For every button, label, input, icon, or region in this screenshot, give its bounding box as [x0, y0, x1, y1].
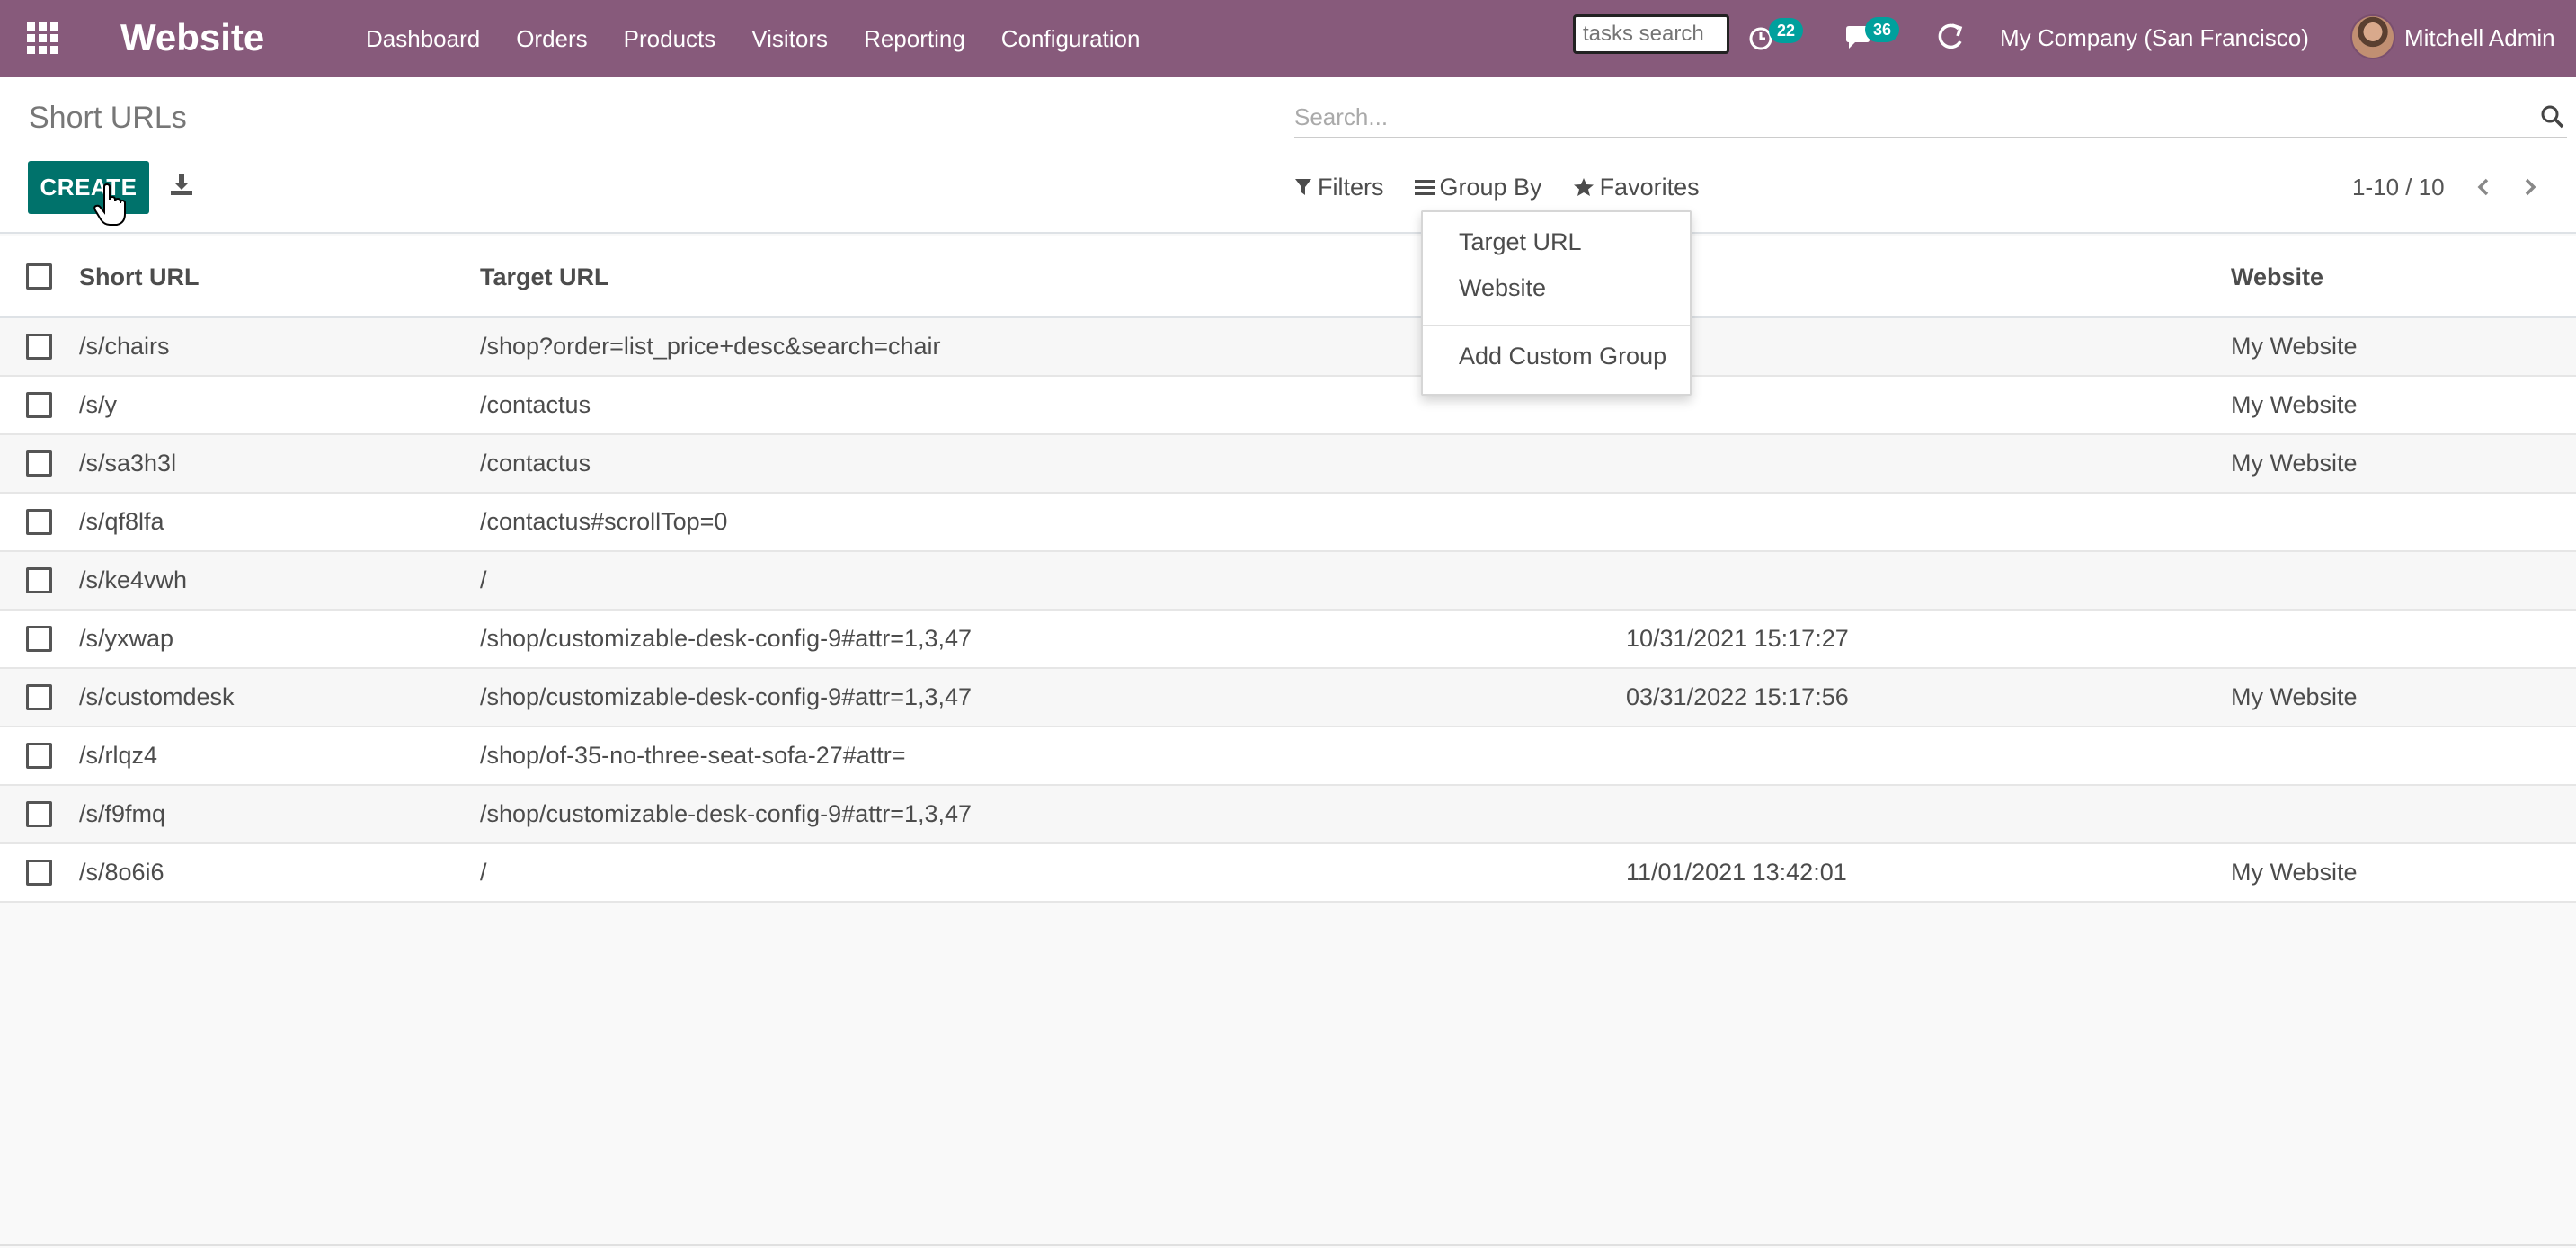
table-row[interactable]: /s/ke4vwh /	[0, 552, 2576, 611]
pager-value[interactable]: 1-10 / 10	[2352, 171, 2445, 203]
menu-visitors[interactable]: Visitors	[733, 0, 846, 77]
table-row[interactable]: /s/yxwap/shop/customizable-desk-config-9…	[0, 611, 2576, 669]
column-target-url[interactable]: Target URL	[480, 236, 609, 318]
pager-previous-icon[interactable]	[2470, 171, 2500, 203]
table-row[interactable]: /s/y/contactus My Website	[0, 377, 2576, 435]
cell-target-url: /	[480, 859, 487, 886]
groupby-label: Group By	[1439, 173, 1542, 201]
cell-target-url: /contactus	[480, 450, 591, 477]
cell-short-url: /s/yxwap	[79, 625, 174, 652]
column-website[interactable]: Website	[2231, 236, 2323, 318]
table-row[interactable]: /s/qf8lfa/contactus#scrollTop=0	[0, 494, 2576, 552]
filters-label: Filters	[1318, 173, 1384, 201]
main-menu: Dashboard Orders Products Visitors Repor…	[348, 0, 1158, 77]
cell-date: 03/31/2022 15:17:56	[1626, 683, 1849, 710]
row-checkbox[interactable]	[26, 450, 52, 477]
cell-short-url: /s/8o6i6	[79, 859, 164, 886]
column-short-url[interactable]: Short URL	[79, 236, 199, 318]
table-row[interactable]: /s/rlqz4/shop/of-35-no-three-seat-sofa-2…	[0, 727, 2576, 786]
page-title: Short URLs	[29, 101, 187, 135]
hand-cursor-icon	[93, 183, 126, 226]
cell-target-url: /shop?order=list_price+desc&search=chair	[480, 333, 941, 360]
favorites-toggle[interactable]: Favorites	[1573, 174, 1700, 201]
search-bar	[1294, 97, 2567, 138]
cell-date: 10/31/2021 15:17:27	[1626, 625, 1849, 652]
star-icon	[1573, 178, 1594, 196]
pager-next-icon[interactable]	[2517, 171, 2547, 203]
apps-menu-icon[interactable]	[27, 22, 61, 55]
select-all-checkbox[interactable]	[26, 263, 52, 290]
add-custom-group[interactable]: Add Custom Group	[1459, 343, 1666, 370]
company-switcher[interactable]: My Company (San Francisco)	[2000, 0, 2309, 76]
cell-short-url: /s/customdesk	[79, 683, 235, 710]
table-body: /s/chairs/shop?order=list_price+desc&sea…	[0, 318, 2576, 903]
cell-website: My Website	[2231, 859, 2358, 886]
groupby-dropdown: Target URL Website Add Custom Group	[1421, 210, 1692, 396]
menu-configuration[interactable]: Configuration	[983, 0, 1159, 77]
search-input[interactable]	[1294, 97, 2517, 137]
menu-dashboard[interactable]: Dashboard	[348, 0, 498, 77]
cell-website: My Website	[2231, 333, 2358, 360]
messages-count-badge: 36	[1865, 17, 1900, 42]
menu-products[interactable]: Products	[606, 0, 734, 77]
website-switch-icon[interactable]	[1934, 22, 1965, 58]
cell-short-url: /s/chairs	[79, 333, 170, 360]
cell-short-url: /s/qf8lfa	[79, 508, 164, 535]
search-icon[interactable]	[2540, 104, 2567, 131]
cell-website: My Website	[2231, 391, 2358, 418]
groupby-toggle[interactable]: Group By	[1414, 173, 1542, 201]
cell-short-url: /s/f9fmq	[79, 800, 166, 827]
row-checkbox[interactable]	[26, 684, 52, 710]
search-options: Filters Group By Favorites	[1294, 171, 1730, 203]
menu-orders[interactable]: Orders	[498, 0, 605, 77]
filter-icon	[1295, 179, 1311, 195]
page-bottom-divider	[0, 1244, 2576, 1246]
control-panel: Short URLs CREATE Filters Group By Favor…	[0, 77, 2576, 234]
user-avatar[interactable]	[2350, 14, 2395, 59]
tasks-search-input[interactable]	[1573, 14, 1729, 54]
bars-icon	[1414, 180, 1435, 195]
cell-short-url: /s/rlqz4	[79, 742, 158, 769]
app-title[interactable]: Website	[120, 13, 264, 63]
table-row[interactable]: /s/f9fmq/shop/customizable-desk-config-9…	[0, 786, 2576, 844]
table-row[interactable]: /s/chairs/shop?order=list_price+desc&sea…	[0, 318, 2576, 377]
cell-target-url: /shop/customizable-desk-config-9#attr=1,…	[480, 625, 973, 652]
cell-short-url: /s/y	[79, 391, 118, 418]
table-row[interactable]: /s/customdesk/shop/customizable-desk-con…	[0, 669, 2576, 727]
create-button[interactable]: CREATE	[28, 161, 149, 214]
cell-website: My Website	[2231, 450, 2358, 477]
favorites-label: Favorites	[1599, 173, 1700, 201]
cell-target-url: /shop/customizable-desk-config-9#attr=1,…	[480, 800, 973, 827]
row-checkbox[interactable]	[26, 801, 52, 827]
cell-short-url: /s/sa3h3l	[79, 450, 177, 477]
activity-count-badge: 22	[1769, 18, 1804, 43]
dropdown-divider	[1423, 325, 1690, 326]
row-checkbox[interactable]	[26, 743, 52, 769]
row-checkbox[interactable]	[26, 392, 52, 418]
cell-target-url: /contactus	[480, 391, 591, 418]
cell-date: 11/01/2021 13:42:01	[1626, 859, 1847, 886]
row-checkbox[interactable]	[26, 860, 52, 886]
cell-target-url: /contactus#scrollTop=0	[480, 508, 728, 535]
groupby-option-website[interactable]: Website	[1459, 274, 1546, 302]
row-checkbox[interactable]	[26, 509, 52, 535]
row-checkbox[interactable]	[26, 626, 52, 652]
cell-short-url: /s/ke4vwh	[79, 566, 188, 593]
filters-toggle[interactable]: Filters	[1294, 174, 1384, 201]
table-row[interactable]: /s/sa3h3l/contactus My Website	[0, 435, 2576, 494]
table-header: Short URL Target URL ill Website	[0, 236, 2576, 318]
table-row[interactable]: /s/8o6i6 / 11/01/2021 13:42:01 My Website	[0, 844, 2576, 903]
row-checkbox[interactable]	[26, 567, 52, 593]
row-checkbox[interactable]	[26, 334, 52, 360]
groupby-option-target-url[interactable]: Target URL	[1459, 228, 1582, 256]
cell-target-url: /shop/of-35-no-three-seat-sofa-27#attr=	[480, 742, 906, 769]
cell-target-url: /shop/customizable-desk-config-9#attr=1,…	[480, 683, 973, 710]
cell-target-url: /	[480, 566, 487, 593]
download-icon[interactable]	[168, 171, 199, 201]
cell-website: My Website	[2231, 683, 2358, 710]
top-navbar: Website Dashboard Orders Products Visito…	[0, 0, 2576, 77]
user-menu[interactable]: Mitchell Admin	[2404, 0, 2555, 76]
menu-reporting[interactable]: Reporting	[846, 0, 983, 77]
short-urls-table: Short URL Target URL ill Website /s/chai…	[0, 236, 2576, 903]
